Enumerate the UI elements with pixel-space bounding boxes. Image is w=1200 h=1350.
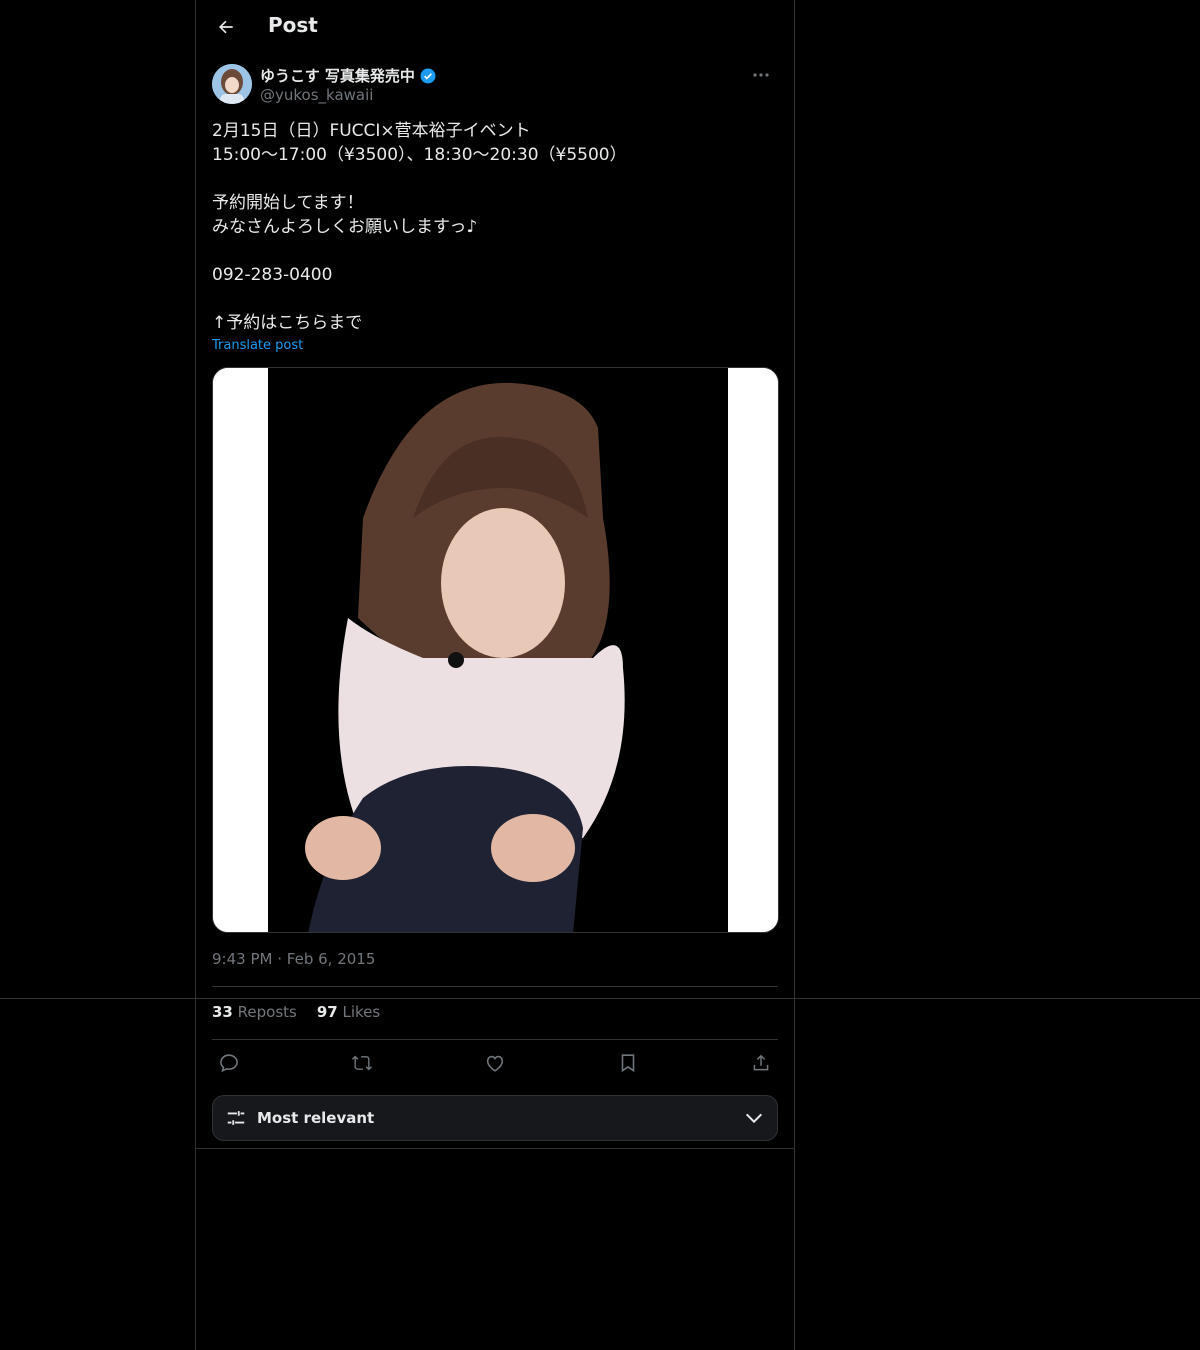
bookmark-icon <box>621 1054 635 1073</box>
likes-label: Likes <box>342 1003 381 1021</box>
header: Post <box>196 0 794 54</box>
avatar[interactable] <box>212 64 252 104</box>
translate-link[interactable]: Translate post <box>212 338 303 353</box>
bookmark-button[interactable] <box>611 1046 645 1080</box>
repost-icon <box>351 1055 373 1071</box>
sort-replies-dropdown[interactable]: Most relevant <box>212 1095 778 1141</box>
sort-filter-icon <box>227 1111 245 1125</box>
divider <box>212 986 778 987</box>
likes-stat[interactable]: 97 Likes <box>317 1003 380 1021</box>
display-name-row: ゆうこす 写真集発売中 <box>260 65 437 86</box>
back-button[interactable] <box>208 9 244 45</box>
timestamp-separator: · <box>277 950 283 968</box>
post-time: 9:43 PM <box>212 950 273 968</box>
like-button[interactable] <box>478 1046 512 1080</box>
verified-badge-icon <box>420 68 436 83</box>
reposts-stat[interactable]: 33 Reposts <box>212 1003 297 1021</box>
like-icon <box>486 1055 504 1072</box>
more-button[interactable] <box>744 64 778 86</box>
likes-count: 97 <box>316 1003 338 1021</box>
post-timestamp[interactable]: 9:43 PM · Feb 6, 2015 <box>212 950 375 968</box>
chevron-down-icon <box>745 1113 763 1124</box>
divider <box>195 1148 795 1149</box>
action-bar <box>212 1044 778 1082</box>
reposts-count: 33 <box>212 1003 233 1021</box>
page-title: Post <box>268 13 318 37</box>
page: Post ゆうこす 写真集発売中 @yukos_kawaii 2月15日（日）F… <box>0 0 1200 1350</box>
reply-button[interactable] <box>212 1046 246 1080</box>
display-name[interactable]: ゆうこす 写真集発売中 <box>260 65 415 86</box>
reposts-label: Reposts <box>237 1003 297 1021</box>
more-icon <box>753 73 769 77</box>
sort-label: Most relevant <box>257 1109 375 1127</box>
share-button[interactable] <box>744 1046 778 1080</box>
back-arrow-icon <box>219 20 233 34</box>
reply-icon <box>220 1054 238 1073</box>
tweet-text: 2月15日（日）FUCCI×菅本裕子イベント 15:00〜17:00（¥3500… <box>212 121 627 333</box>
tweet-photo[interactable] <box>212 367 779 933</box>
repost-button[interactable] <box>345 1046 379 1080</box>
author-handle[interactable]: @yukos_kawaii <box>260 86 373 104</box>
divider <box>212 1039 778 1040</box>
engagement-stats: 33 Reposts 97 Likes <box>212 1003 380 1021</box>
post-date: Feb 6, 2015 <box>286 950 376 968</box>
share-icon <box>753 1054 769 1071</box>
divider <box>0 998 1200 999</box>
author-block: ゆうこす 写真集発売中 @yukos_kawaii <box>212 64 778 108</box>
